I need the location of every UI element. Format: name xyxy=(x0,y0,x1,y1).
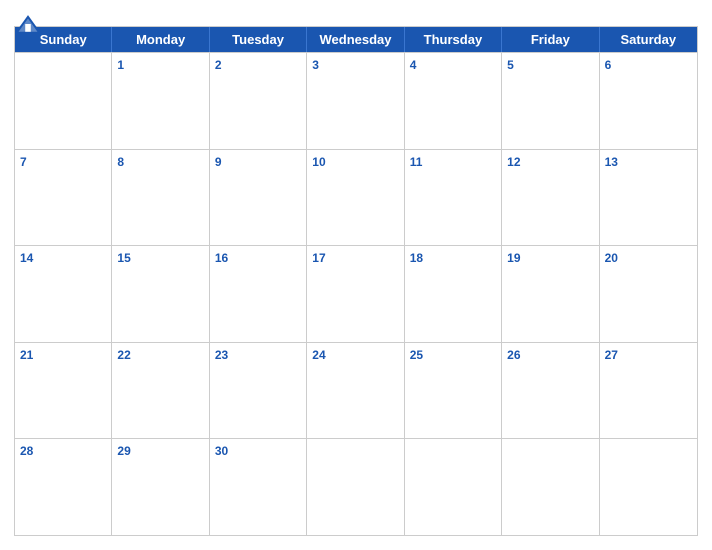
day-number: 17 xyxy=(312,251,325,265)
day-cell: 3 xyxy=(307,53,404,149)
day-number: 12 xyxy=(507,155,520,169)
day-number: 10 xyxy=(312,155,325,169)
day-cell: 16 xyxy=(210,246,307,342)
day-cell: 24 xyxy=(307,343,404,439)
day-number: 30 xyxy=(215,444,228,458)
day-number: 29 xyxy=(117,444,130,458)
day-header-monday: Monday xyxy=(112,27,209,52)
day-cell: 30 xyxy=(210,439,307,535)
day-cell: 22 xyxy=(112,343,209,439)
day-number: 13 xyxy=(605,155,618,169)
day-cell: 4 xyxy=(405,53,502,149)
day-number: 24 xyxy=(312,348,325,362)
day-cell: 26 xyxy=(502,343,599,439)
week-row-4: 21 22 23 24 25 26 27 xyxy=(15,342,697,439)
day-cell: 9 xyxy=(210,150,307,246)
day-cell: 5 xyxy=(502,53,599,149)
week-row-2: 7 8 9 10 11 12 13 xyxy=(15,149,697,246)
day-number: 27 xyxy=(605,348,618,362)
day-cell: 17 xyxy=(307,246,404,342)
day-cell: 20 xyxy=(600,246,697,342)
day-cell: 7 xyxy=(15,150,112,246)
week-row-5: 28 29 30 xyxy=(15,438,697,535)
day-cell xyxy=(600,439,697,535)
day-cell: 28 xyxy=(15,439,112,535)
day-cell: 8 xyxy=(112,150,209,246)
day-number: 4 xyxy=(410,58,417,72)
day-number: 2 xyxy=(215,58,222,72)
day-number: 26 xyxy=(507,348,520,362)
calendar-grid: SundayMondayTuesdayWednesdayThursdayFrid… xyxy=(14,26,698,536)
logo-icon xyxy=(14,14,42,34)
day-number: 25 xyxy=(410,348,423,362)
day-cell: 10 xyxy=(307,150,404,246)
day-cell: 6 xyxy=(600,53,697,149)
day-headers-row: SundayMondayTuesdayWednesdayThursdayFrid… xyxy=(15,27,697,52)
day-cell: 23 xyxy=(210,343,307,439)
day-cell xyxy=(405,439,502,535)
day-number: 22 xyxy=(117,348,130,362)
day-cell: 11 xyxy=(405,150,502,246)
day-cell: 27 xyxy=(600,343,697,439)
day-cell xyxy=(15,53,112,149)
day-cell: 12 xyxy=(502,150,599,246)
day-number: 15 xyxy=(117,251,130,265)
day-header-thursday: Thursday xyxy=(405,27,502,52)
day-cell: 1 xyxy=(112,53,209,149)
day-cell: 13 xyxy=(600,150,697,246)
week-row-3: 14 15 16 17 18 19 20 xyxy=(15,245,697,342)
day-number: 18 xyxy=(410,251,423,265)
day-number: 28 xyxy=(20,444,33,458)
day-cell: 19 xyxy=(502,246,599,342)
day-header-tuesday: Tuesday xyxy=(210,27,307,52)
day-number: 20 xyxy=(605,251,618,265)
day-number: 8 xyxy=(117,155,124,169)
day-number: 19 xyxy=(507,251,520,265)
day-number: 1 xyxy=(117,58,124,72)
day-header-wednesday: Wednesday xyxy=(307,27,404,52)
logo-area xyxy=(14,14,42,35)
calendar-wrapper: SundayMondayTuesdayWednesdayThursdayFrid… xyxy=(0,0,712,550)
day-number: 23 xyxy=(215,348,228,362)
day-number: 11 xyxy=(410,155,423,169)
day-number: 16 xyxy=(215,251,228,265)
day-cell: 14 xyxy=(15,246,112,342)
day-cell: 18 xyxy=(405,246,502,342)
day-header-saturday: Saturday xyxy=(600,27,697,52)
day-cell: 25 xyxy=(405,343,502,439)
weeks-container: 1234567891011121314151617181920212223242… xyxy=(15,52,697,535)
day-header-friday: Friday xyxy=(502,27,599,52)
day-number: 9 xyxy=(215,155,222,169)
day-cell: 2 xyxy=(210,53,307,149)
week-row-1: 1 2 3 4 5 6 xyxy=(15,52,697,149)
day-cell: 29 xyxy=(112,439,209,535)
day-number: 5 xyxy=(507,58,514,72)
day-number: 14 xyxy=(20,251,33,265)
day-number: 21 xyxy=(20,348,33,362)
day-cell: 15 xyxy=(112,246,209,342)
day-number: 3 xyxy=(312,58,319,72)
day-number: 7 xyxy=(20,155,27,169)
day-cell: 21 xyxy=(15,343,112,439)
day-cell xyxy=(307,439,404,535)
day-number: 6 xyxy=(605,58,612,72)
day-cell xyxy=(502,439,599,535)
calendar-header xyxy=(14,10,698,20)
